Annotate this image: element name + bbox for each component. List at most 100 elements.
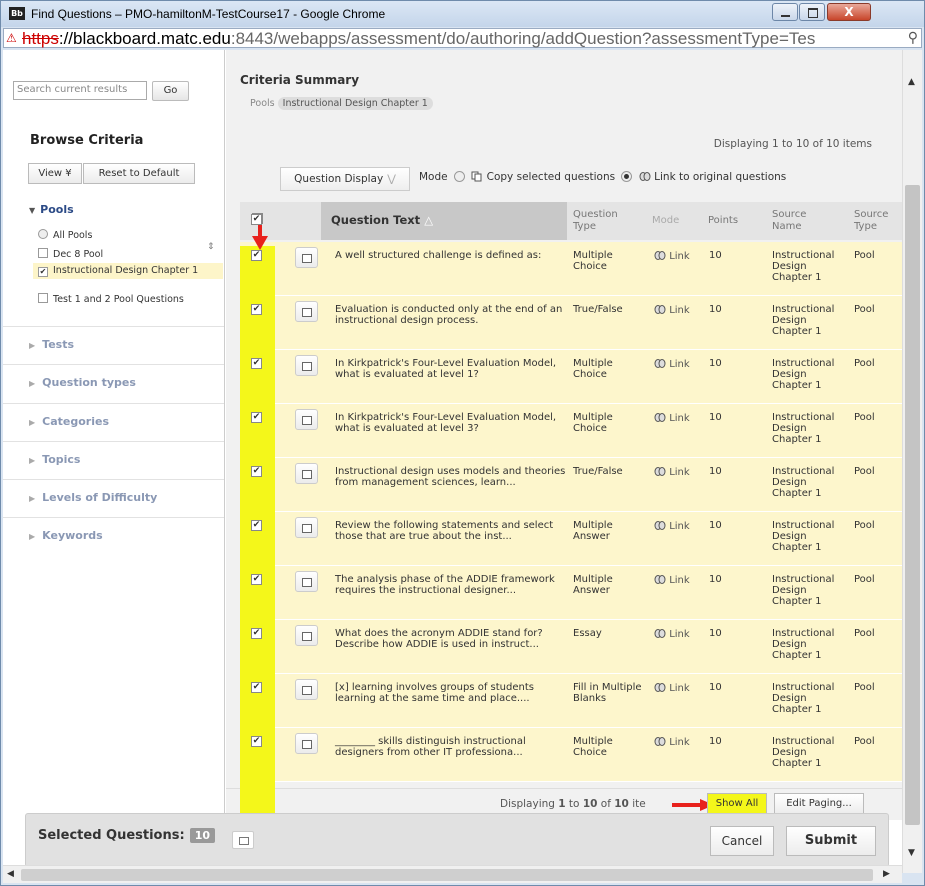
checkbox[interactable] — [38, 293, 48, 303]
scroll-thumb[interactable] — [905, 185, 920, 825]
scroll-left-icon[interactable]: ◀ — [7, 869, 14, 879]
cancel-button[interactable]: Cancel — [710, 826, 774, 856]
pool-item-all[interactable]: All Pools — [38, 229, 92, 241]
question-type: Multiple Choice — [573, 358, 613, 380]
copy-radio[interactable] — [453, 171, 465, 182]
column-points[interactable]: Points — [708, 202, 748, 240]
table-row[interactable]: Instructional design uses models and the… — [240, 458, 902, 512]
question-text: Evaluation is conducted only at the end … — [335, 304, 563, 326]
row-checkbox[interactable]: ✔ — [251, 412, 262, 423]
question-type: True/False — [573, 304, 623, 315]
address-bar[interactable]: ⚠ https://blackboard.matc.edu:8443/webap… — [3, 28, 922, 48]
question-type: Fill in Multiple Blanks — [573, 682, 642, 704]
row-checkbox[interactable]: ✔ — [251, 250, 262, 261]
source-type: Pool — [854, 682, 875, 693]
search-icon[interactable]: ⚲ — [908, 30, 918, 46]
show-all-button[interactable]: Show All — [707, 793, 767, 815]
select-all-checkbox-highlighted[interactable]: ✔ — [251, 214, 262, 225]
selected-count-badge: 10 — [189, 828, 215, 843]
search-input[interactable]: Search current results — [13, 81, 147, 100]
question-points: 10 — [709, 574, 722, 585]
question-type: Multiple Choice — [573, 250, 613, 272]
pools-heading[interactable]: ▼ Pools — [29, 203, 74, 216]
checkbox[interactable] — [38, 248, 48, 258]
preview-button[interactable] — [295, 625, 318, 646]
link-radio[interactable] — [621, 171, 633, 182]
minimize-button[interactable] — [772, 3, 798, 21]
preview-button[interactable] — [295, 517, 318, 538]
row-checkbox[interactable]: ✔ — [251, 628, 262, 639]
spin-arrows-icon[interactable]: ⇕ — [207, 242, 215, 252]
pool-item-instructional-design[interactable]: ✔ Instructional Design Chapter 1 — [33, 263, 223, 279]
pool-item-dec8[interactable]: Dec 8 Pool — [38, 248, 103, 260]
category-tests[interactable]: ▶ Tests — [3, 326, 224, 364]
table-row[interactable]: Review the following statements and sele… — [240, 512, 902, 566]
column-mode[interactable]: Mode — [652, 202, 688, 240]
results-panel: Criteria Summary Pools Instructional Des… — [226, 50, 902, 820]
link-icon — [654, 305, 666, 314]
row-checkbox[interactable]: ✔ — [251, 574, 262, 585]
checkbox-checked[interactable]: ✔ — [38, 267, 48, 277]
column-question-type[interactable]: Question Type — [573, 202, 629, 240]
table-row[interactable]: The analysis phase of the ADDIE framewor… — [240, 566, 902, 620]
table-row[interactable]: ________ skills distinguish instructiona… — [240, 728, 902, 782]
edit-paging-button[interactable]: Edit Paging... — [774, 793, 864, 815]
view-button[interactable]: View ¥ — [28, 163, 82, 184]
preview-button[interactable] — [295, 355, 318, 376]
row-checkbox[interactable]: ✔ — [251, 682, 262, 693]
preview-button[interactable] — [295, 733, 318, 754]
preview-button[interactable] — [295, 463, 318, 484]
row-checkbox[interactable]: ✔ — [251, 466, 262, 477]
column-source-name[interactable]: Source Name — [772, 202, 822, 240]
close-button[interactable]: X — [827, 3, 871, 21]
scroll-up-icon[interactable]: ▲ — [908, 77, 915, 87]
category-topics[interactable]: ▶ Topics — [3, 441, 224, 479]
question-display-button[interactable]: Question Display ⋁ — [280, 167, 410, 191]
scroll-thumb-horizontal[interactable] — [21, 869, 873, 881]
table-row[interactable]: What does the acronym ADDIE stand for? D… — [240, 620, 902, 674]
source-name: Instructional Design Chapter 1 — [772, 466, 835, 499]
url-text[interactable]: https://blackboard.matc.edu:8443/webapps… — [22, 29, 815, 48]
table-row[interactable]: In Kirkpatrick's Four-Level Evaluation M… — [240, 404, 902, 458]
table-row[interactable]: In Kirkpatrick's Four-Level Evaluation M… — [240, 350, 902, 404]
browse-panel: Search current results Go Browse Criteri… — [3, 50, 225, 820]
table-row[interactable]: Evaluation is conducted only at the end … — [240, 296, 902, 350]
preview-button[interactable] — [295, 679, 318, 700]
category-categories[interactable]: ▶ Categories — [3, 403, 224, 441]
maximize-button[interactable] — [799, 3, 825, 21]
question-points: 10 — [709, 304, 722, 315]
question-text: ________ skills distinguish instructiona… — [335, 736, 526, 758]
column-question-text[interactable]: Question Text △ — [321, 202, 567, 240]
table-row[interactable]: [x] learning involves groups of students… — [240, 674, 902, 728]
link-icon — [654, 683, 666, 692]
preview-button[interactable] — [295, 301, 318, 322]
source-type: Pool — [854, 520, 875, 531]
go-button[interactable]: Go — [152, 81, 189, 101]
preview-button[interactable] — [295, 247, 318, 268]
table-row[interactable]: A well structured challenge is defined a… — [240, 242, 902, 296]
question-text: Instructional design uses models and the… — [335, 466, 566, 488]
pool-item-test-1-2[interactable]: Test 1 and 2 Pool Questions — [38, 293, 208, 305]
view-selected-button[interactable] — [232, 831, 254, 849]
horizontal-scrollbar[interactable]: ◀ ▶ — [3, 865, 902, 883]
category-keywords[interactable]: ▶ Keywords — [3, 517, 224, 555]
row-checkbox[interactable]: ✔ — [251, 520, 262, 531]
submit-button[interactable]: Submit — [786, 826, 876, 856]
category-question-types[interactable]: ▶ Question types — [3, 364, 224, 402]
preview-button[interactable] — [295, 409, 318, 430]
reset-to-default-button[interactable]: Reset to Default — [83, 163, 195, 184]
category-levels-of-difficulty[interactable]: ▶ Levels of Difficulty — [3, 479, 224, 517]
column-source-type[interactable]: Source Type — [854, 202, 902, 240]
scroll-down-icon[interactable]: ▼ — [908, 848, 915, 858]
row-checkbox[interactable]: ✔ — [251, 304, 262, 315]
row-checkbox[interactable]: ✔ — [251, 736, 262, 747]
radio-button[interactable] — [38, 229, 48, 239]
vertical-scrollbar[interactable]: ▲ ▼ — [902, 50, 922, 873]
blackboard-logo-icon: Bb — [9, 7, 25, 20]
row-checkbox[interactable]: ✔ — [251, 358, 262, 369]
scroll-right-icon[interactable]: ▶ — [883, 869, 890, 879]
question-mode: Link — [654, 574, 704, 586]
triangle-right-icon: ▶ — [29, 456, 36, 465]
preview-button[interactable] — [295, 571, 318, 592]
title-bar: Bb Find Questions – PMO-hamiltonM-TestCo… — [1, 1, 924, 27]
